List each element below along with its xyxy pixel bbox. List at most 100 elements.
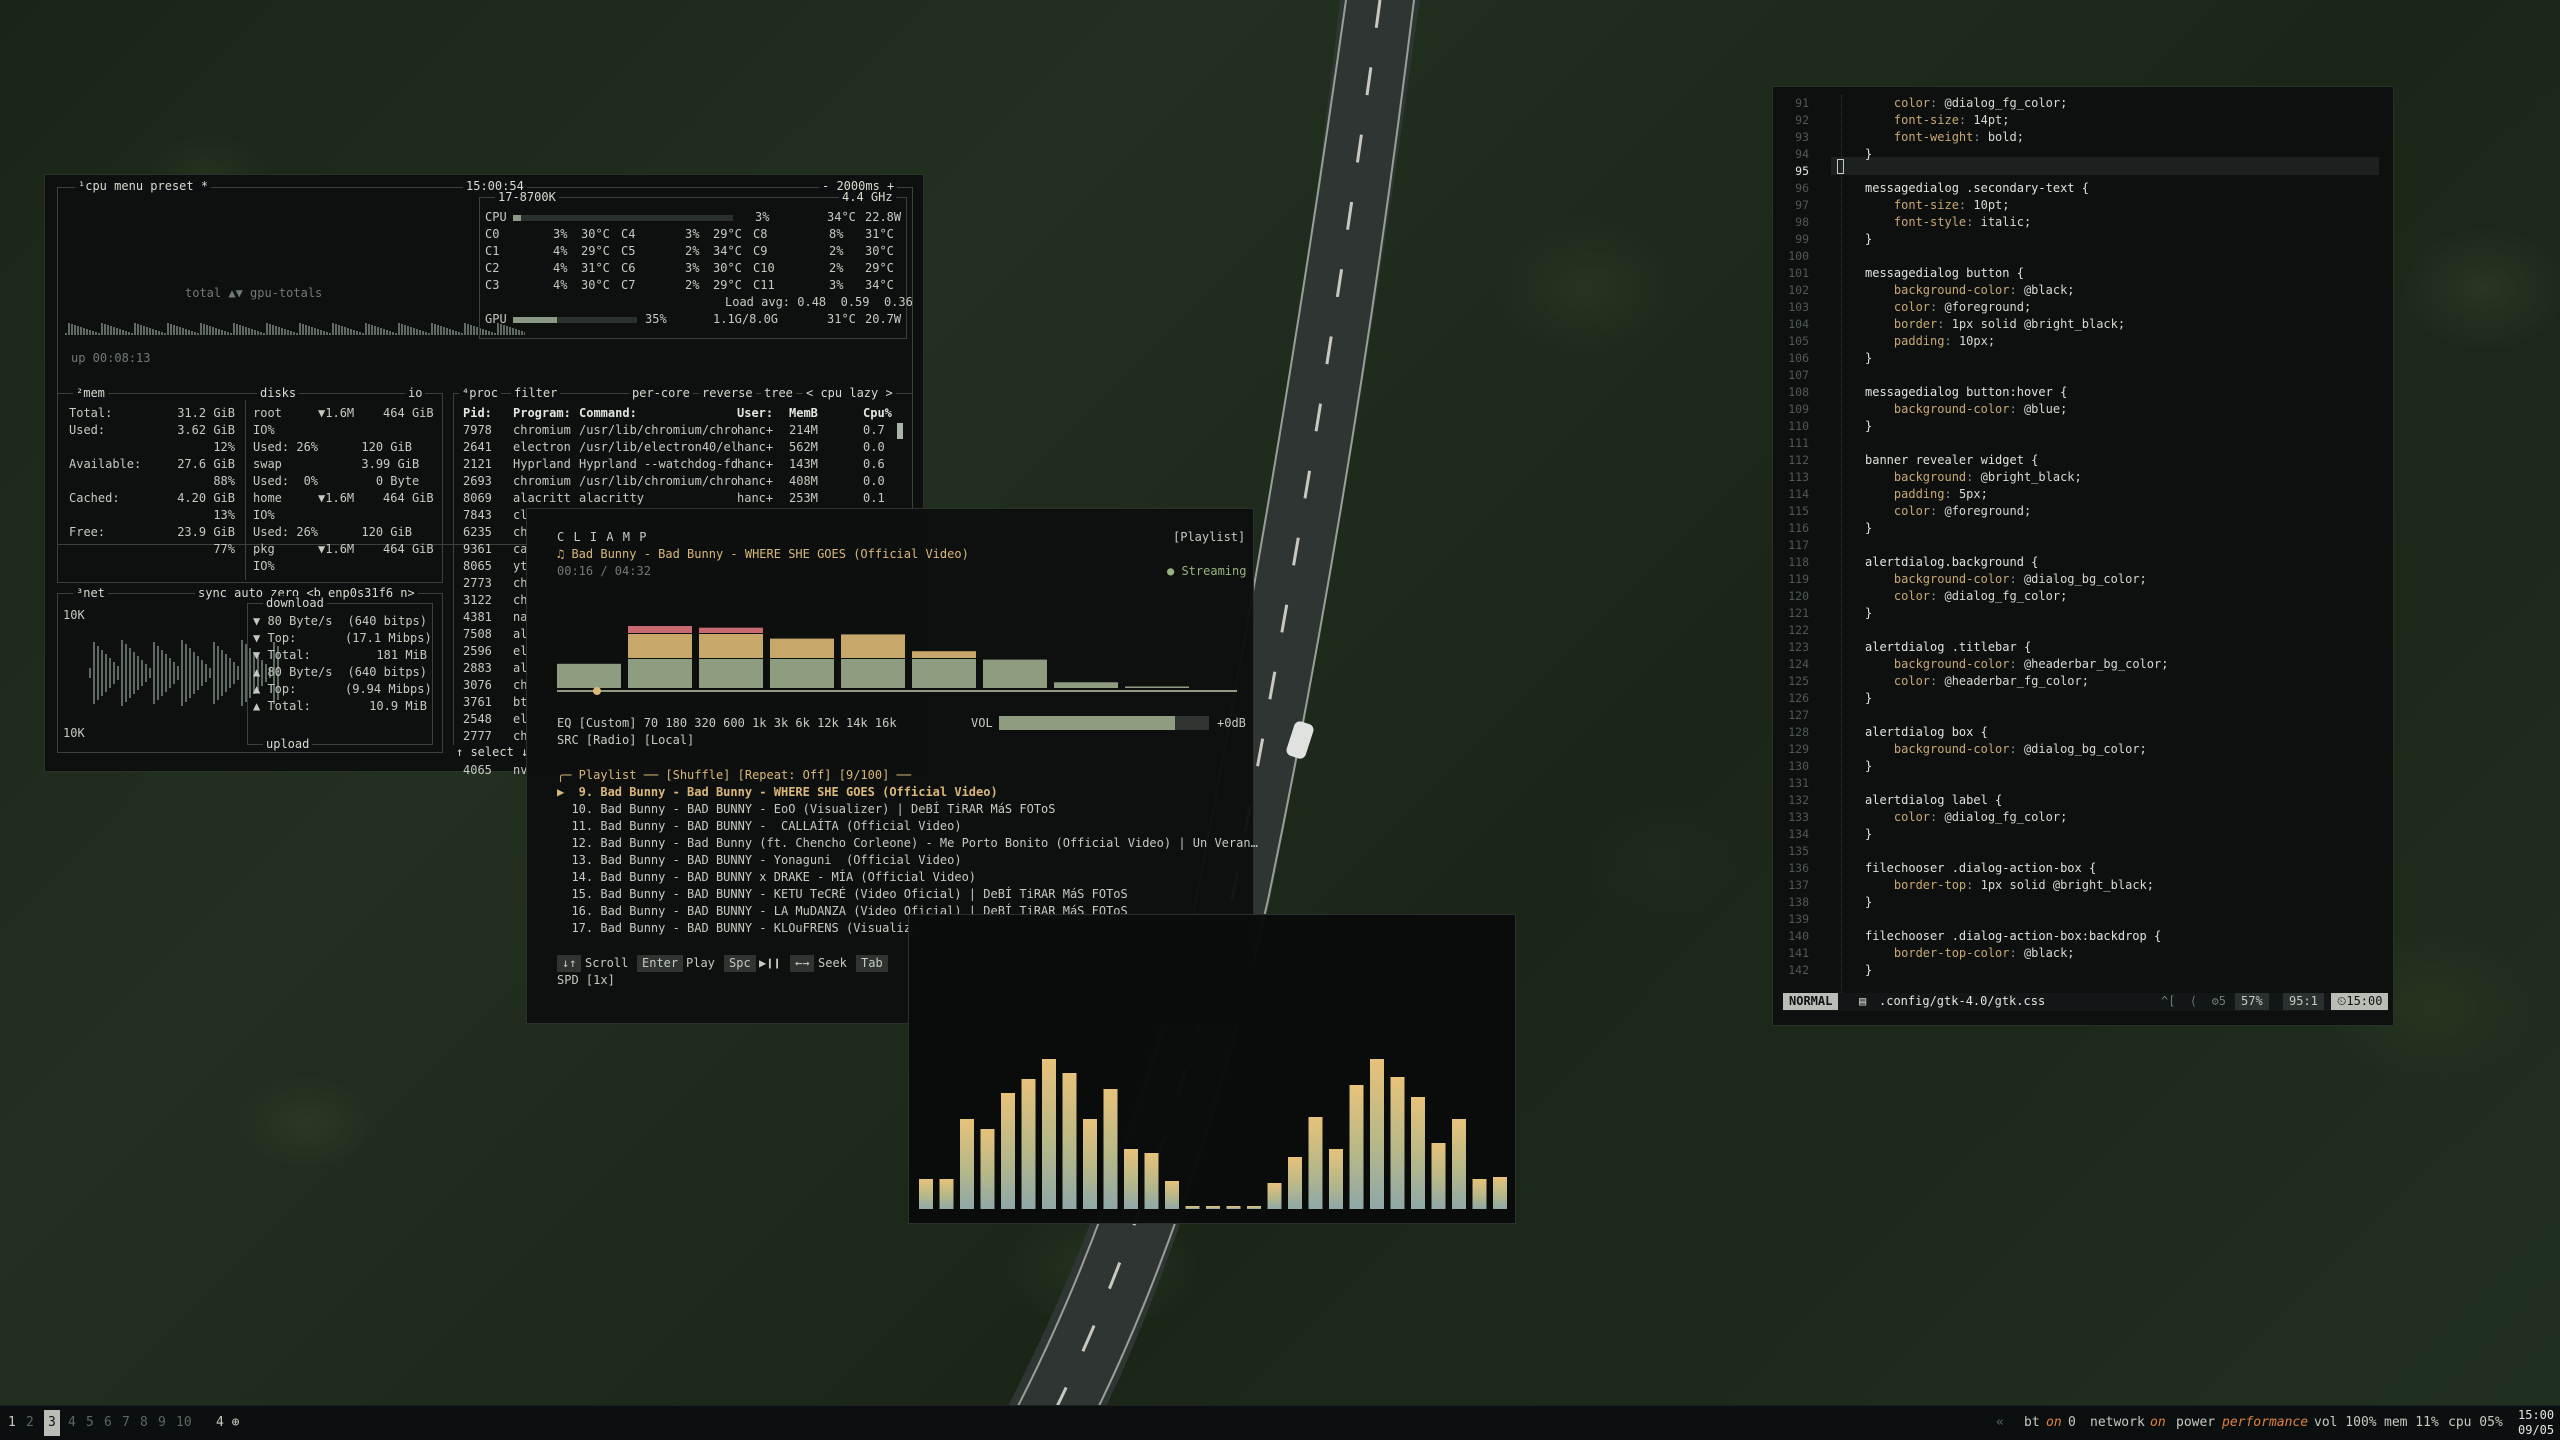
clock-time[interactable]: 15:00 — [2518, 1408, 2554, 1422]
cpu-graph-bar — [167, 323, 169, 335]
net-graph-bar — [113, 662, 115, 684]
line-number: 117 — [1788, 538, 1809, 552]
disks-title[interactable]: disks — [257, 386, 300, 400]
workspace-4[interactable]: 4 — [68, 1415, 76, 1430]
seek-bar[interactable] — [557, 690, 1237, 692]
code-line: messagedialog .secondary-text { — [1865, 181, 2089, 195]
playlist-item[interactable]: 14. Bad Bunny - BAD BUNNY x DRAKE - MÍA … — [557, 869, 976, 886]
proc-filter[interactable]: filter — [511, 386, 561, 400]
proc-col-prog[interactable]: Program: — [513, 405, 571, 422]
line-number: 109 — [1788, 402, 1809, 416]
cpu-graph-bar — [275, 326, 277, 335]
mem-value: 12% — [213, 440, 235, 454]
visualizer-window[interactable] — [908, 914, 1516, 1224]
playlist-item[interactable]: 10. Bad Bunny - BAD BUNNY - EoO (Visuali… — [557, 801, 1055, 818]
visualizer-bars — [919, 1059, 1507, 1209]
proc-col-pid[interactable]: Pid: — [463, 405, 492, 422]
proc-col-user[interactable]: User: — [737, 405, 773, 422]
spectrum-segment — [628, 634, 692, 658]
proc-pid: 9361 — [463, 542, 492, 556]
workspace-extra[interactable]: 4 ⊕ — [216, 1415, 239, 1430]
spectrum-segment — [841, 659, 905, 688]
cpu-graph-bar — [470, 325, 472, 335]
proc-tree[interactable]: tree — [761, 386, 796, 400]
bt-label[interactable]: bt — [2024, 1415, 2040, 1430]
playlist-item[interactable]: 17. Bad Bunny - BAD BUNNY - KLOuFRENS (V… — [557, 920, 918, 937]
spectrum-segment — [770, 659, 834, 688]
net-graph-bar — [233, 662, 235, 684]
power-label[interactable]: power — [2176, 1415, 2215, 1430]
proc-col-mem[interactable]: MemB — [789, 405, 818, 422]
proc-col-cmd[interactable]: Command: — [579, 405, 637, 422]
line-number: 108 — [1788, 385, 1809, 399]
proc-pid: 8065 — [463, 559, 492, 573]
playlist-item[interactable]: 13. Bad Bunny - BAD BUNNY - Yonaguni (Of… — [557, 852, 961, 869]
cpu-graph-bar — [236, 324, 238, 335]
volume-slider[interactable] — [999, 716, 1209, 730]
mem-key: Used: — [69, 423, 106, 437]
cpu-status[interactable]: cpu 05% — [2448, 1415, 2503, 1430]
cpu-graph-bar — [413, 328, 415, 335]
volume-status[interactable]: vol 100% — [2314, 1415, 2377, 1430]
mem-title[interactable]: ²mem — [73, 386, 108, 400]
proc-footer[interactable]: ↑ select ↓ — [453, 745, 532, 759]
code-line: alertdialog label { — [1865, 793, 2003, 807]
spectrum-bar — [699, 627, 763, 688]
proc-col-cpu[interactable]: Cpu% — [863, 405, 892, 422]
workspace-6[interactable]: 6 — [104, 1415, 112, 1430]
workspace-2[interactable]: 2 — [26, 1415, 34, 1430]
net-graph-bar — [169, 658, 171, 688]
net-graph-bar — [197, 656, 199, 690]
power-mode[interactable]: performance — [2222, 1415, 2308, 1430]
seek-handle[interactable] — [593, 687, 601, 695]
proc-title[interactable]: ⁴proc — [459, 386, 502, 400]
workspace-9[interactable]: 9 — [158, 1415, 166, 1430]
core-cell: C10 — [753, 261, 775, 275]
spectrum-bar — [912, 651, 976, 688]
net-graph-bar — [133, 652, 135, 694]
playlist-item[interactable]: 15. Bad Bunny - BAD BUNNY - KETU TeCRÉ (… — [557, 886, 1127, 903]
net-title[interactable]: ³net — [73, 586, 108, 600]
workspace-3[interactable]: 3 — [44, 1410, 60, 1436]
code-line: background: @bright_black; — [1865, 470, 2082, 484]
cpu-graph-bar — [224, 331, 226, 335]
net-graph-bar — [209, 668, 211, 678]
playlist-item[interactable]: 11. Bad Bunny - BAD BUNNY - CALLAÍTA (Of… — [557, 818, 961, 835]
cpu-freq: 4.4 GHz — [839, 190, 896, 204]
line-number: 112 — [1788, 453, 1809, 467]
memory-status[interactable]: mem 11% — [2384, 1415, 2439, 1430]
cpu-graph-bar — [371, 325, 373, 335]
eq-line[interactable]: EQ [Custom] 70 180 320 600 1k 3k 6k 12k … — [557, 715, 897, 732]
net-stat-value: (17.1 Mibps) — [345, 631, 432, 645]
workspace-10[interactable]: 10 — [176, 1415, 192, 1430]
preset-button[interactable]: preset * — [150, 179, 208, 193]
net-stat-value: 10.9 MiB — [369, 699, 427, 713]
cpu-menu[interactable]: ¹cpu menu preset * — [75, 179, 212, 193]
cpu-graph-bar — [245, 327, 247, 335]
io-toggle[interactable]: io — [405, 386, 426, 400]
workspace-1[interactable]: 1 — [8, 1415, 16, 1430]
proc-scrollbar[interactable] — [897, 423, 903, 439]
tray-arrows[interactable]: « — [1996, 1415, 2004, 1430]
playlist-tab[interactable]: [Playlist] — [1173, 529, 1245, 546]
cpu-graph-bar — [452, 330, 454, 335]
editor-window[interactable]: 91 color: @dialog_fg_color; 92 font-size:… — [1772, 86, 2394, 1026]
disk-row: Used: 26% 120 GiB — [253, 525, 412, 539]
workspace-5[interactable]: 5 — [86, 1415, 94, 1430]
proc-sort[interactable]: < cpu lazy > — [803, 386, 896, 400]
network-label[interactable]: network — [2090, 1415, 2145, 1430]
cpu-tab[interactable]: ¹cpu — [78, 179, 107, 193]
workspace-8[interactable]: 8 — [140, 1415, 148, 1430]
workspace-7[interactable]: 7 — [122, 1415, 130, 1430]
menu-button[interactable]: menu — [114, 179, 143, 193]
proc-pid: 3122 — [463, 593, 492, 607]
cpu-graph-bar — [449, 329, 451, 335]
proc-reverse[interactable]: reverse — [699, 386, 756, 400]
diagnostics: ^[ ⟨ ⚙5 — [2161, 994, 2227, 1008]
source-line[interactable]: SRC [Radio] [Local] — [557, 732, 694, 749]
cpu-graph-bar — [239, 325, 241, 335]
playlist-item[interactable]: 12. Bad Bunny - Bad Bunny (ft. Chencho C… — [557, 835, 1257, 852]
net-graph-bar — [117, 666, 119, 680]
playlist-item[interactable]: ▶ 9. Bad Bunny - Bad Bunny - WHERE SHE G… — [557, 784, 998, 801]
proc-percore[interactable]: per-core — [629, 386, 693, 400]
